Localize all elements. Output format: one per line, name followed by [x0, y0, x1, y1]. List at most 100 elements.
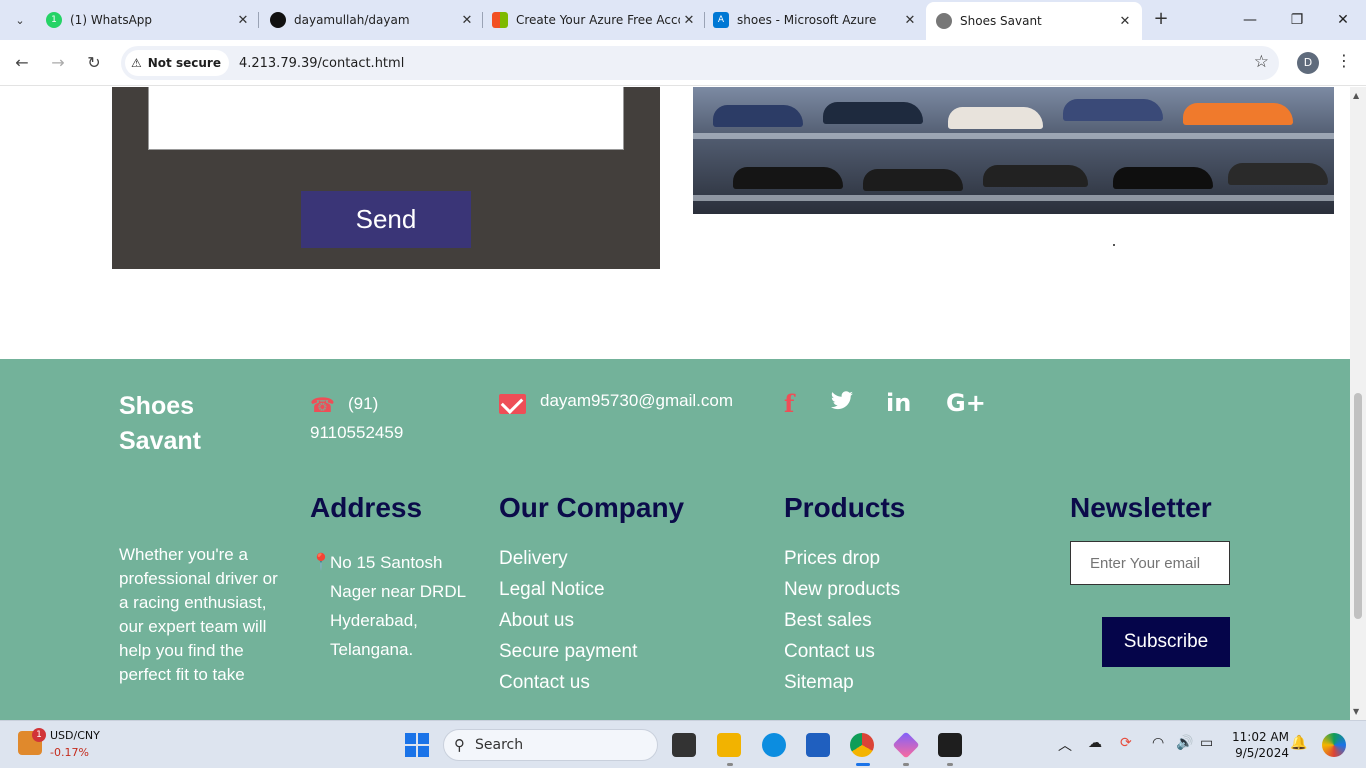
tab-title: shoes - Microsoft Azure — [737, 13, 877, 27]
notification-badge: 1 — [32, 728, 46, 742]
tab-title: (1) WhatsApp — [70, 13, 153, 27]
tab-title: dayamullah/dayam — [294, 13, 410, 27]
browser-toolbar: ← → ↻ ⚠ Not secure 4.213.79.39/contact.h… — [0, 40, 1366, 86]
search-label: Search — [475, 737, 524, 753]
windows-start-icon[interactable] — [405, 733, 429, 757]
close-tab-icon[interactable]: ✕ — [680, 13, 698, 28]
store-icon[interactable] — [806, 733, 830, 757]
footer-email[interactable]: dayam95730@gmail.com — [540, 391, 733, 411]
tab-search-chevron-icon[interactable]: ⌄ — [6, 7, 34, 33]
footer-phone[interactable]: (91) 9110552459 — [310, 389, 420, 447]
browser-menu-icon[interactable]: ⋮ — [1336, 51, 1352, 70]
forward-button[interactable]: → — [46, 51, 70, 75]
footer-description: Whether you're a professional driver or … — [119, 545, 278, 684]
minimize-button[interactable]: — — [1238, 8, 1262, 32]
message-textarea[interactable] — [148, 87, 624, 150]
tab-shoes-savant[interactable]: Shoes Savant ✕ — [926, 2, 1142, 40]
tab-separator — [258, 12, 259, 28]
volume-icon[interactable]: 🔊 — [1176, 735, 1193, 751]
profile-avatar[interactable]: D — [1297, 52, 1319, 74]
link-secure-payment[interactable]: Secure payment — [499, 636, 637, 667]
scrollbar-thumb[interactable] — [1354, 393, 1362, 619]
send-button[interactable]: Send — [301, 191, 471, 248]
products-heading: Products — [784, 492, 906, 523]
scroll-up-icon[interactable]: ▲ — [1353, 91, 1359, 100]
tab-azure-free[interactable]: Create Your Azure Free Acco ✕ — [492, 6, 698, 34]
bookmark-star-icon[interactable]: ☆ — [1254, 52, 1269, 72]
restore-button[interactable]: ❐ — [1285, 8, 1309, 32]
wifi-icon[interactable]: ◠ — [1152, 735, 1164, 751]
tab-github[interactable]: dayamullah/dayam ✕ — [270, 6, 476, 34]
close-tab-icon[interactable]: ✕ — [234, 13, 252, 28]
shoe-shape — [713, 105, 803, 127]
link-new-products[interactable]: New products — [784, 574, 900, 605]
scroll-down-icon[interactable]: ▼ — [1353, 707, 1359, 716]
linkedin-icon[interactable]: in — [886, 389, 911, 417]
file-explorer-icon[interactable] — [717, 733, 741, 757]
app-icon[interactable] — [892, 731, 920, 759]
link-contact-us-products[interactable]: Contact us — [784, 636, 900, 667]
close-tab-icon[interactable]: ✕ — [1116, 14, 1134, 29]
battery-icon[interactable]: ▭ — [1200, 735, 1213, 751]
link-prices-drop[interactable]: Prices drop — [784, 543, 900, 574]
link-contact-us[interactable]: Contact us — [499, 667, 637, 698]
back-button[interactable]: ← — [10, 51, 34, 75]
taskbar-search[interactable]: ⚲ Search — [443, 729, 658, 761]
windows-taskbar: 1 USD/CNY -0.17% ⚲ Search ︿ ☁ ⟳ ◠ 🔊 ▭ 11… — [0, 720, 1366, 768]
google-plus-icon[interactable]: G+ — [946, 389, 986, 417]
tab-whatsapp[interactable]: 1 (1) WhatsApp ✕ — [46, 6, 252, 34]
ticker-name[interactable]: USD/CNY — [50, 729, 100, 742]
page-scrollbar[interactable]: ▲ ▼ — [1350, 87, 1366, 720]
search-icon: ⚲ — [454, 736, 465, 754]
location-pin-icon: 📍 — [311, 554, 331, 571]
task-view-icon[interactable] — [672, 733, 696, 757]
link-delivery[interactable]: Delivery — [499, 543, 637, 574]
footer-brand: Shoes Savant — [119, 392, 201, 455]
notification-bell-icon[interactable]: 🔔 — [1290, 735, 1307, 751]
close-tab-icon[interactable]: ✕ — [458, 13, 476, 28]
clock-time: 11:02 AM — [1232, 730, 1289, 744]
link-about-us[interactable]: About us — [499, 605, 637, 636]
security-label: Not secure — [147, 56, 221, 70]
whatsapp-icon: 1 — [46, 12, 62, 28]
copilot-icon[interactable] — [1322, 733, 1346, 757]
warning-icon: ⚠ — [131, 56, 142, 70]
sync-icon[interactable]: ⟳ — [1120, 735, 1132, 751]
clock-date: 9/5/2024 — [1235, 746, 1289, 760]
terminal-icon[interactable] — [938, 733, 962, 757]
active-indicator — [856, 763, 870, 766]
shoe-shape — [1113, 167, 1213, 189]
chevron-up-icon[interactable]: ︿ — [1058, 735, 1072, 755]
shoes-display-image — [693, 87, 1334, 214]
tab-separator — [482, 12, 483, 28]
globe-icon — [936, 13, 952, 29]
company-heading: Our Company — [499, 492, 685, 523]
twitter-icon[interactable] — [830, 389, 854, 417]
link-best-sales[interactable]: Best sales — [784, 605, 900, 636]
subscribe-button[interactable]: Subscribe — [1102, 617, 1230, 667]
running-indicator — [727, 763, 733, 766]
facebook-icon[interactable]: f — [784, 389, 794, 418]
url-text[interactable]: 4.213.79.39/contact.html — [239, 56, 404, 71]
cloud-icon[interactable]: ☁ — [1088, 735, 1102, 751]
link-legal-notice[interactable]: Legal Notice — [499, 574, 637, 605]
security-chip[interactable]: ⚠ Not secure — [125, 50, 229, 76]
mail-icon — [499, 394, 526, 414]
shoe-shape — [823, 102, 923, 124]
new-tab-button[interactable]: + — [1150, 8, 1172, 30]
system-clock[interactable]: 11:02 AM 9/5/2024 — [1232, 729, 1289, 761]
decorative-dot — [1113, 244, 1115, 246]
close-window-button[interactable]: ✕ — [1331, 8, 1355, 32]
close-tab-icon[interactable]: ✕ — [901, 13, 919, 28]
edge-icon[interactable] — [762, 733, 786, 757]
contact-form: Send — [112, 87, 660, 269]
address-bar[interactable]: ⚠ Not secure 4.213.79.39/contact.html ☆ — [121, 46, 1279, 80]
tab-azure-shoes[interactable]: A shoes - Microsoft Azure ✕ — [713, 6, 919, 34]
ticker-change: -0.17% — [50, 746, 89, 759]
link-sitemap[interactable]: Sitemap — [784, 667, 900, 698]
newsletter-email-input[interactable] — [1070, 541, 1230, 585]
reload-button[interactable]: ↻ — [82, 51, 106, 75]
shoe-shape — [733, 167, 843, 189]
shoe-shape — [1228, 163, 1328, 185]
chrome-icon[interactable] — [850, 733, 874, 757]
